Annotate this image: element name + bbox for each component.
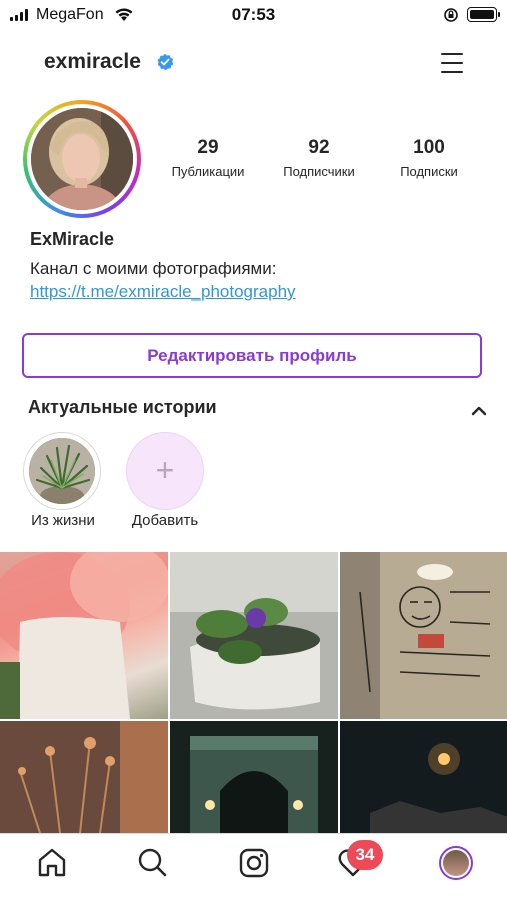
profile-username: exmiracle xyxy=(44,50,141,73)
posts-count-label: Публикации xyxy=(171,164,245,179)
post-thumbnail[interactable] xyxy=(0,552,168,719)
post-thumbnail[interactable] xyxy=(170,721,338,833)
post-thumbnail[interactable] xyxy=(340,552,507,719)
profile-link[interactable]: https://t.me/exmiracle_photography xyxy=(30,282,296,302)
home-icon[interactable] xyxy=(36,845,68,879)
following-count-label: Подписки xyxy=(400,164,458,179)
search-icon[interactable] xyxy=(136,845,168,879)
posts-count-value: 29 xyxy=(197,137,219,158)
post-thumbnail[interactable] xyxy=(170,552,338,719)
followers-count[interactable]: 92 Подписчики xyxy=(264,137,374,179)
add-highlight-label: Добавить xyxy=(131,512,199,529)
highlight-label: Из жизни xyxy=(31,512,95,529)
profile-full-name: ExMiracle xyxy=(30,229,115,249)
post-thumbnail[interactable] xyxy=(0,721,168,833)
profile-tab-avatar xyxy=(443,850,469,876)
camera-icon[interactable] xyxy=(238,845,270,879)
following-count[interactable]: 100 Подписки xyxy=(374,137,484,179)
verified-badge-icon xyxy=(156,53,174,76)
clock: 07:53 xyxy=(231,5,276,24)
plus-icon: + xyxy=(155,452,175,488)
edit-profile-button[interactable]: Редактировать профиль xyxy=(22,333,482,378)
activity-badge: 34 xyxy=(347,840,383,870)
rotation-lock-icon xyxy=(443,7,459,27)
followers-count-label: Подписчики xyxy=(283,164,355,179)
status-bar: MegaFon 07:53 xyxy=(0,0,507,30)
battery-icon xyxy=(467,7,500,22)
avatar[interactable] xyxy=(31,108,133,210)
posts-count[interactable]: 29 Публикации xyxy=(153,137,263,179)
following-count-value: 100 xyxy=(413,137,445,158)
post-thumbnail[interactable] xyxy=(340,721,507,833)
profile-bio: Канал с моими фотографиями: xyxy=(30,259,277,278)
highlight-cover-image[interactable] xyxy=(29,438,95,504)
chevron-up-icon[interactable] xyxy=(471,404,487,422)
highlights-title: Актуальные истории xyxy=(28,397,217,417)
followers-count-value: 92 xyxy=(308,137,330,158)
hamburger-menu-icon[interactable] xyxy=(441,53,463,73)
